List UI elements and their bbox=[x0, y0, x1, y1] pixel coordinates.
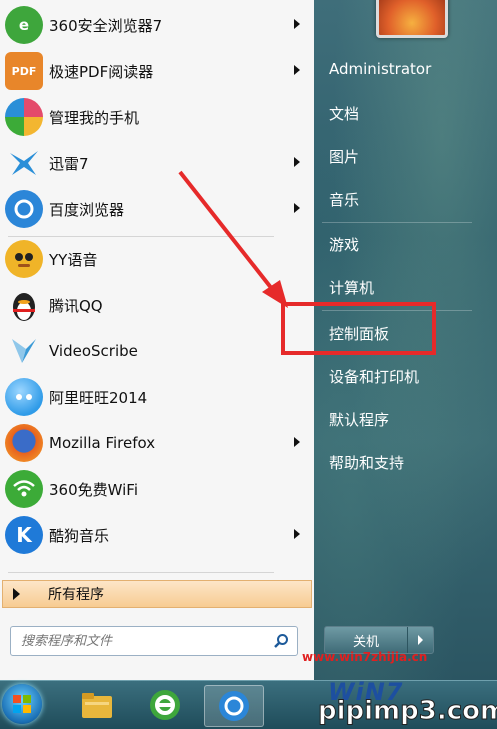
right-item-pictures[interactable]: 图片 bbox=[329, 146, 359, 167]
annotation-highlight-box bbox=[281, 302, 436, 355]
browser-360-icon: e bbox=[5, 6, 43, 44]
all-programs-separator bbox=[8, 572, 274, 573]
baidu-browser-icon bbox=[5, 190, 43, 228]
search-box[interactable] bbox=[10, 626, 298, 656]
program-item-baidu-browser[interactable]: 百度浏览器 bbox=[0, 186, 314, 232]
right-item-devices-printers[interactable]: 设备和打印机 bbox=[329, 366, 419, 387]
program-item-thunder[interactable]: 迅雷7 bbox=[0, 140, 314, 186]
program-label: 酷狗音乐 bbox=[49, 526, 110, 545]
right-separator bbox=[322, 222, 472, 223]
folder-icon bbox=[82, 693, 112, 718]
submenu-arrow-icon bbox=[294, 529, 300, 539]
all-programs-button[interactable]: 所有程序 bbox=[2, 580, 312, 608]
taskbar-baidu-browser[interactable] bbox=[204, 685, 264, 727]
wifi-icon bbox=[5, 470, 43, 508]
pdf-reader-icon: PDF bbox=[5, 52, 43, 90]
program-label: 360安全浏览器7 bbox=[49, 16, 163, 35]
program-label: VideoScribe bbox=[49, 342, 138, 360]
program-item-aliwangwang[interactable]: 阿里旺旺2014 bbox=[0, 374, 314, 420]
windows-logo-icon bbox=[13, 695, 31, 713]
program-item-qq[interactable]: 腾讯QQ bbox=[0, 282, 314, 328]
browser-360-icon bbox=[150, 690, 180, 720]
program-item-360-browser[interactable]: e 360安全浏览器7 bbox=[0, 2, 314, 48]
program-label: 360免费WiFi bbox=[49, 480, 139, 499]
submenu-arrow-icon bbox=[294, 19, 300, 29]
baidu-browser-icon bbox=[219, 691, 249, 721]
program-label: 管理我的手机 bbox=[49, 108, 140, 127]
aliwangwang-icon bbox=[5, 378, 43, 416]
right-item-default-programs[interactable]: 默认程序 bbox=[329, 409, 389, 430]
right-item-user[interactable]: Administrator bbox=[329, 60, 431, 78]
program-label: 百度浏览器 bbox=[49, 200, 125, 219]
videoscribe-icon bbox=[5, 332, 43, 370]
program-item-yy[interactable]: YY语音 bbox=[0, 236, 314, 282]
all-programs-label: 所有程序 bbox=[48, 587, 104, 603]
user-avatar[interactable] bbox=[376, 0, 448, 38]
submenu-arrow-icon bbox=[294, 157, 300, 167]
yy-voice-icon bbox=[5, 240, 43, 278]
right-item-computer[interactable]: 计算机 bbox=[329, 277, 374, 298]
program-item-firefox[interactable]: Mozilla Firefox bbox=[0, 420, 314, 466]
watermark-site: pipimp3.com bbox=[317, 696, 497, 727]
submenu-arrow-icon bbox=[294, 203, 300, 213]
program-label: 极速PDF阅读器 bbox=[49, 62, 154, 81]
program-item-pdf-reader[interactable]: PDF 极速PDF阅读器 bbox=[0, 48, 314, 94]
taskbar-explorer[interactable] bbox=[68, 685, 126, 725]
taskbar-360-browser[interactable] bbox=[136, 685, 194, 725]
program-item-kugou[interactable]: K 酷狗音乐 bbox=[0, 512, 314, 558]
program-label: 阿里旺旺2014 bbox=[49, 388, 148, 407]
thunder-icon bbox=[5, 144, 43, 182]
search-icon[interactable] bbox=[273, 633, 289, 653]
program-label: 腾讯QQ bbox=[49, 296, 103, 315]
kugou-music-icon: K bbox=[5, 516, 43, 554]
program-item-videoscribe[interactable]: VideoScribe bbox=[0, 328, 314, 374]
submenu-arrow-icon bbox=[294, 65, 300, 75]
right-item-documents[interactable]: 文档 bbox=[329, 103, 359, 124]
program-item-360-wifi[interactable]: 360免费WiFi bbox=[0, 466, 314, 512]
phone-manager-icon bbox=[5, 98, 43, 136]
chevron-right-icon bbox=[418, 635, 423, 645]
right-item-music[interactable]: 音乐 bbox=[329, 189, 359, 210]
start-button[interactable] bbox=[2, 684, 42, 724]
program-item-phone-manager[interactable]: 管理我的手机 bbox=[0, 94, 314, 140]
program-label: Mozilla Firefox bbox=[49, 434, 156, 452]
qq-penguin-icon bbox=[5, 286, 43, 324]
right-item-games[interactable]: 游戏 bbox=[329, 234, 359, 255]
program-label: 迅雷7 bbox=[49, 154, 89, 173]
chevron-right-icon bbox=[13, 588, 20, 600]
search-input[interactable] bbox=[19, 632, 263, 650]
program-label: YY语音 bbox=[49, 250, 98, 269]
firefox-icon bbox=[5, 424, 43, 462]
watermark-url: www.win7zhijia.cn bbox=[302, 650, 428, 664]
right-item-help-support[interactable]: 帮助和支持 bbox=[329, 452, 404, 473]
submenu-arrow-icon bbox=[294, 437, 300, 447]
